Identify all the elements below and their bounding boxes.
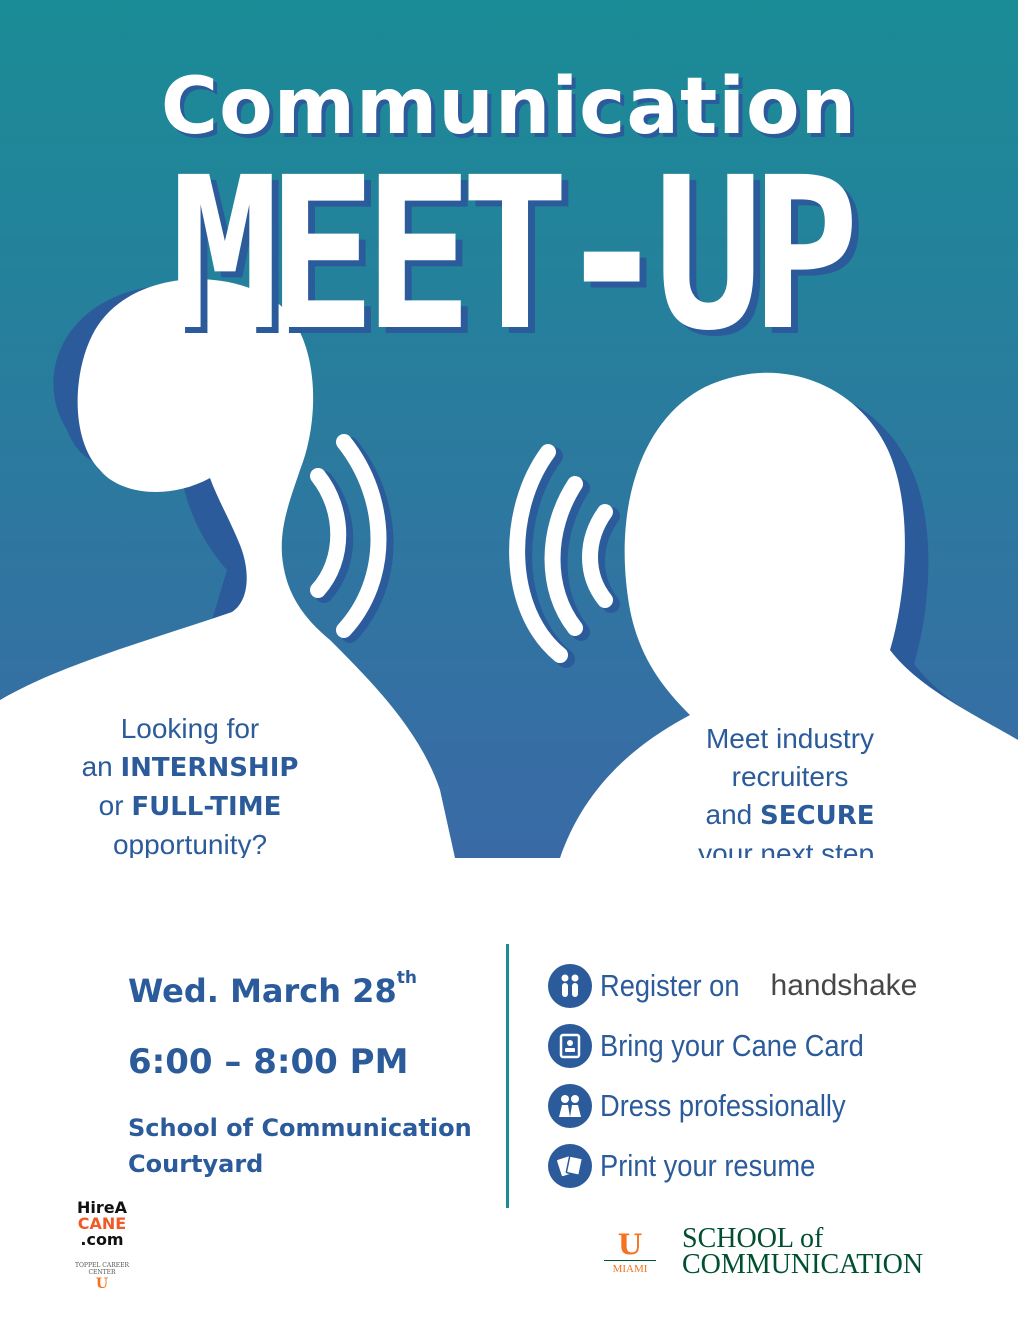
left-blurb-line: an (81, 751, 113, 782)
miami-label: MIAMI (604, 1259, 656, 1275)
event-location-line: School of Communication (128, 1114, 472, 1142)
handshake-logo[interactable]: handshake (771, 969, 918, 1003)
left-blurb-emphasis: FULL-TIME (131, 792, 282, 822)
left-blurb-line: Looking for (120, 713, 260, 744)
right-blurb-emphasis: SECURE (760, 801, 875, 831)
left-blurb-line: opportunity? (112, 829, 268, 858)
event-location: School of Communication Courtyard (128, 1110, 488, 1182)
left-blurb: Looking for an INTERNSHIP or FULL-TIME o… (60, 710, 320, 858)
step-text: Register on (600, 968, 740, 1003)
toppel-career-center-label: TOPPEL CAREER CENTER (75, 1262, 129, 1276)
hero-banner: Communication MEET-UP Looking for an INT… (0, 0, 1018, 858)
left-blurb-line: or (98, 790, 124, 821)
step-cane-card: Bring your Cane Card (548, 1024, 900, 1068)
school-name-line: COMMUNICATION (682, 1249, 924, 1280)
right-blurb-line: Meet industry (705, 723, 875, 754)
step-resume: Print your resume (548, 1144, 845, 1188)
left-blurb-emphasis: INTERNSHIP (120, 753, 299, 783)
hireacane-logo: HireA CANE .com TOPPEL CAREER CENTER U (62, 1200, 142, 1298)
miami-u-mark: U (617, 1227, 643, 1261)
hire-logo-line: .com (80, 1230, 124, 1249)
section-divider (506, 944, 509, 1208)
miami-mark: U MIAMI (604, 1227, 656, 1275)
event-location-line: Courtyard (128, 1150, 264, 1178)
event-date-suffix: th (396, 968, 417, 988)
miami-u-mark: U (95, 1276, 109, 1292)
step-register: Register on handshake (548, 964, 917, 1008)
school-name: SCHOOL of COMMUNICATION (682, 1225, 924, 1280)
id-card-icon (548, 1024, 592, 1068)
right-blurb: Meet industry recruiters and SECURE your… (680, 720, 900, 858)
right-blurb-line: your next step. (698, 838, 882, 858)
people-icon (548, 1084, 592, 1128)
right-blurb-line: recruiters (731, 761, 849, 792)
school-of-communication-logo: U MIAMI SCHOOL of COMMUNICATION (604, 1222, 923, 1282)
right-blurb-line: and (705, 799, 753, 830)
step-dress: Dress professionally (548, 1084, 879, 1128)
papers-icon (548, 1144, 592, 1188)
event-time: 6:00 – 8:00 PM (128, 1042, 409, 1082)
event-date-text: Wed. March 28 (128, 972, 397, 1010)
step-text: Dress professionally (600, 1088, 846, 1123)
step-text: Print your resume (600, 1148, 816, 1183)
event-date: Wed. March 28th (128, 968, 417, 1010)
step-text: Bring your Cane Card (600, 1028, 864, 1063)
title-line-2: MEET-UP (170, 132, 860, 377)
handshake-people-icon (548, 964, 592, 1008)
